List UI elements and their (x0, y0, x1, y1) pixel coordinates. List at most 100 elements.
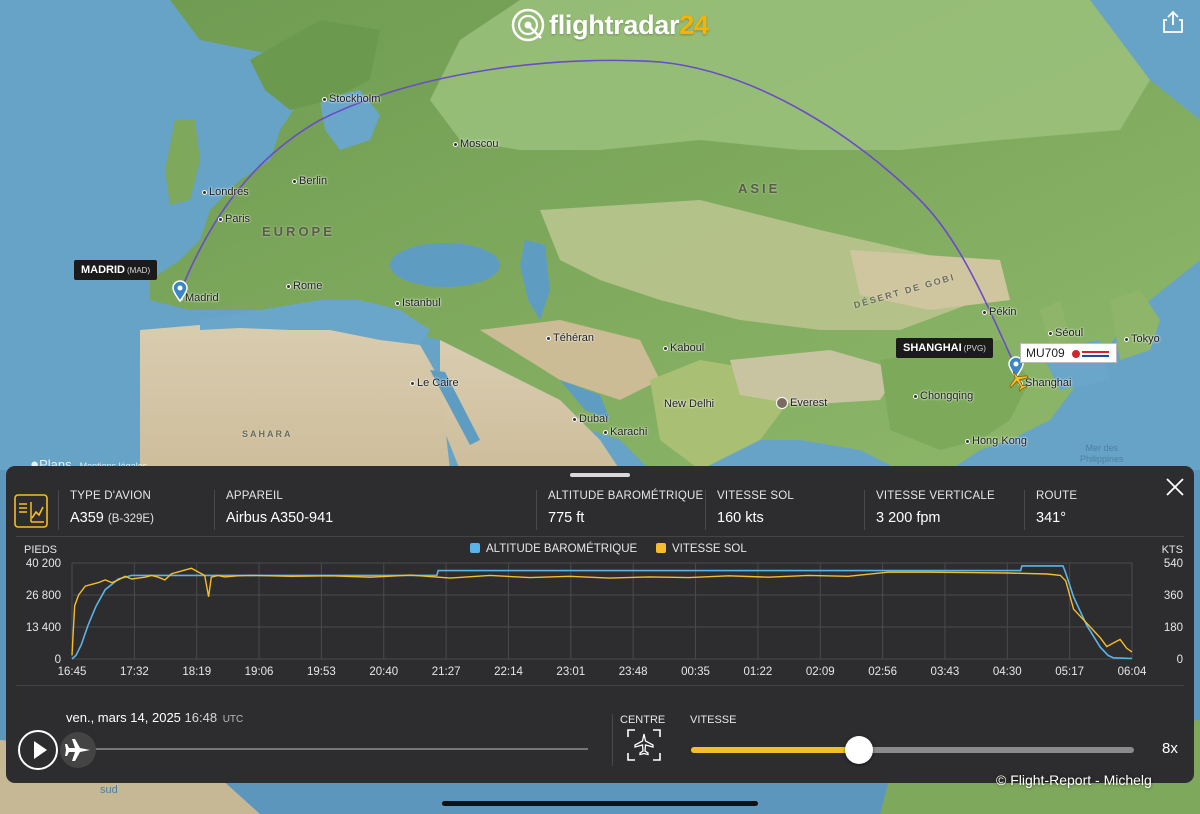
x-tick-label: 23:48 (619, 666, 648, 678)
city-label[interactable]: Karachi (603, 426, 647, 438)
city-dot-icon (913, 393, 918, 399)
y-right-tick-label: 360 (1164, 590, 1183, 602)
city-label[interactable]: Moscou (453, 138, 499, 150)
x-tick-label: 23:01 (556, 666, 585, 678)
origin-pin-icon[interactable] (172, 280, 188, 302)
x-tick-label: 05:17 (1055, 666, 1084, 678)
airline-logo-icon (1071, 348, 1111, 358)
x-tick-label: 17:32 (120, 666, 149, 678)
flight-details-panel: TYPE D'AVION A359 (B-329E) APPAREIL Airb… (6, 466, 1194, 783)
city-label[interactable]: Kaboul (663, 342, 704, 354)
x-tick-label: 04:30 (993, 666, 1022, 678)
info-label: VITESSE VERTICALE (876, 490, 995, 502)
origin-airport-tag[interactable]: MADRID (MAD) (74, 260, 158, 280)
info-ground-speed: VITESSE SOL 160 kts (705, 490, 865, 530)
x-tick-label: 20:40 (369, 666, 398, 678)
city-dot-icon (982, 309, 987, 315)
city-label[interactable]: Stockholm (322, 93, 380, 105)
legend-label: ALTITUDE BAROMÉTRIQUE (486, 542, 638, 555)
region-label: ASIE (738, 181, 781, 196)
city-label[interactable]: New Delhi (664, 398, 714, 410)
city-label[interactable]: Dubaï (572, 413, 608, 425)
info-value: 341° (1036, 510, 1066, 526)
legend-swatch (656, 543, 666, 553)
timeline-track[interactable] (76, 748, 588, 750)
playback-date: ven., mars 14, 2025 (66, 710, 181, 725)
chart-svg[interactable]: 16:45 17:32 18:19 19:06 19:53 20:40 21:27 22:14… (6, 538, 1194, 688)
city-dot-icon (292, 178, 297, 184)
info-label: VITESSE SOL (717, 490, 794, 502)
y-right-tick-label: 0 (1177, 654, 1183, 666)
x-tick-label: 19:53 (307, 666, 336, 678)
panel-grabber[interactable] (570, 473, 630, 477)
city-dot-icon (202, 189, 207, 195)
x-tick-label: 22:14 (494, 666, 523, 678)
speed-slider-knob[interactable] (845, 736, 874, 764)
x-tick-label: 02:56 (868, 666, 897, 678)
city-label[interactable]: Istanbul (395, 297, 441, 309)
sea-label: sud (100, 784, 118, 796)
city-dot-icon (395, 300, 400, 306)
city-label[interactable]: Rome (286, 280, 322, 292)
city-dot-icon (965, 438, 970, 444)
city-label[interactable]: Séoul (1048, 327, 1083, 339)
timeline-scrubber[interactable] (60, 732, 96, 768)
aircraft-marker-icon[interactable] (1006, 368, 1030, 392)
share-icon[interactable] (1162, 10, 1184, 34)
divider (16, 536, 1184, 537)
x-tick-label: 02:09 (806, 666, 835, 678)
y-left-tick-label: 0 (55, 654, 61, 666)
x-tick-label: 06:04 (1118, 666, 1147, 678)
radar-icon (511, 8, 545, 42)
flightradar24-logo: flightradar24 (511, 8, 709, 42)
info-vertical-speed: VITESSE VERTICALE 3 200 fpm (864, 490, 1024, 530)
y-right-tick-label: 180 (1164, 622, 1183, 634)
city-dot-icon (286, 283, 291, 289)
city-label[interactable]: Berlin (292, 175, 327, 187)
info-aircraft-model: APPAREIL Airbus A350-941 (214, 490, 536, 530)
flight-profile-chart[interactable]: 16:45 17:32 18:19 19:06 19:53 20:40 21:27 22:14… (6, 538, 1194, 688)
city-label[interactable]: Hong Kong (965, 435, 1027, 447)
destination-airport-tag[interactable]: SHANGHAI (PVG) (896, 338, 993, 358)
info-value: 3 200 fpm (876, 510, 941, 526)
altitude-series-line (71, 565, 1133, 660)
flight-data-icon[interactable] (14, 494, 48, 528)
city-dot-icon (572, 416, 577, 422)
city-dot-icon (1124, 336, 1129, 342)
divider (612, 714, 613, 766)
speed-value: 8x (1162, 740, 1178, 757)
city-label[interactable]: Everest (776, 397, 827, 410)
y-right-axis-label: KTS (1162, 544, 1183, 556)
info-aircraft-type: TYPE D'AVION A359 (B-329E) (58, 490, 214, 530)
speed-label: VITESSE (690, 714, 737, 726)
y-left-tick-label: 40 200 (26, 558, 61, 570)
city-label[interactable]: Le Caire (410, 377, 459, 389)
centre-aircraft-icon[interactable] (626, 728, 662, 762)
city-label[interactable]: Téhéran (546, 332, 594, 344)
city-label[interactable]: Chongqing (913, 390, 973, 402)
city-label[interactable]: Pékin (982, 306, 1017, 318)
play-button[interactable] (18, 730, 58, 770)
city-label[interactable]: Tokyo (1124, 333, 1160, 345)
city-dot-icon (663, 345, 668, 351)
brand-name: flightradar (549, 9, 680, 40)
flight-callsign-tag[interactable]: MU709 (1020, 343, 1117, 363)
y-left-tick-label: 26 800 (26, 590, 61, 602)
speed-slider-track[interactable] (691, 747, 1134, 753)
info-label: APPAREIL (226, 490, 283, 502)
info-altitude: ALTITUDE BAROMÉTRIQUE 775 ft (536, 490, 706, 530)
photo-credit: © Flight-Report - Michelg (996, 772, 1152, 788)
city-label[interactable]: Paris (218, 213, 250, 225)
playback-timezone: UTC (222, 714, 244, 725)
speed-series-line (71, 567, 1133, 656)
y-left-axis-label: PIEDS (24, 544, 57, 556)
playback-datetime: ven., mars 14, 2025 16:48 UTC (66, 710, 243, 725)
info-label: ALTITUDE BAROMÉTRIQUE (548, 490, 704, 502)
home-indicator[interactable] (442, 801, 758, 806)
city-dot-icon (218, 216, 223, 222)
city-label[interactable]: Londres (202, 186, 249, 198)
info-value: A359 (70, 510, 104, 526)
divider (16, 685, 1184, 686)
x-tick-label: 21:27 (432, 666, 461, 678)
info-label: TYPE D'AVION (70, 490, 152, 502)
